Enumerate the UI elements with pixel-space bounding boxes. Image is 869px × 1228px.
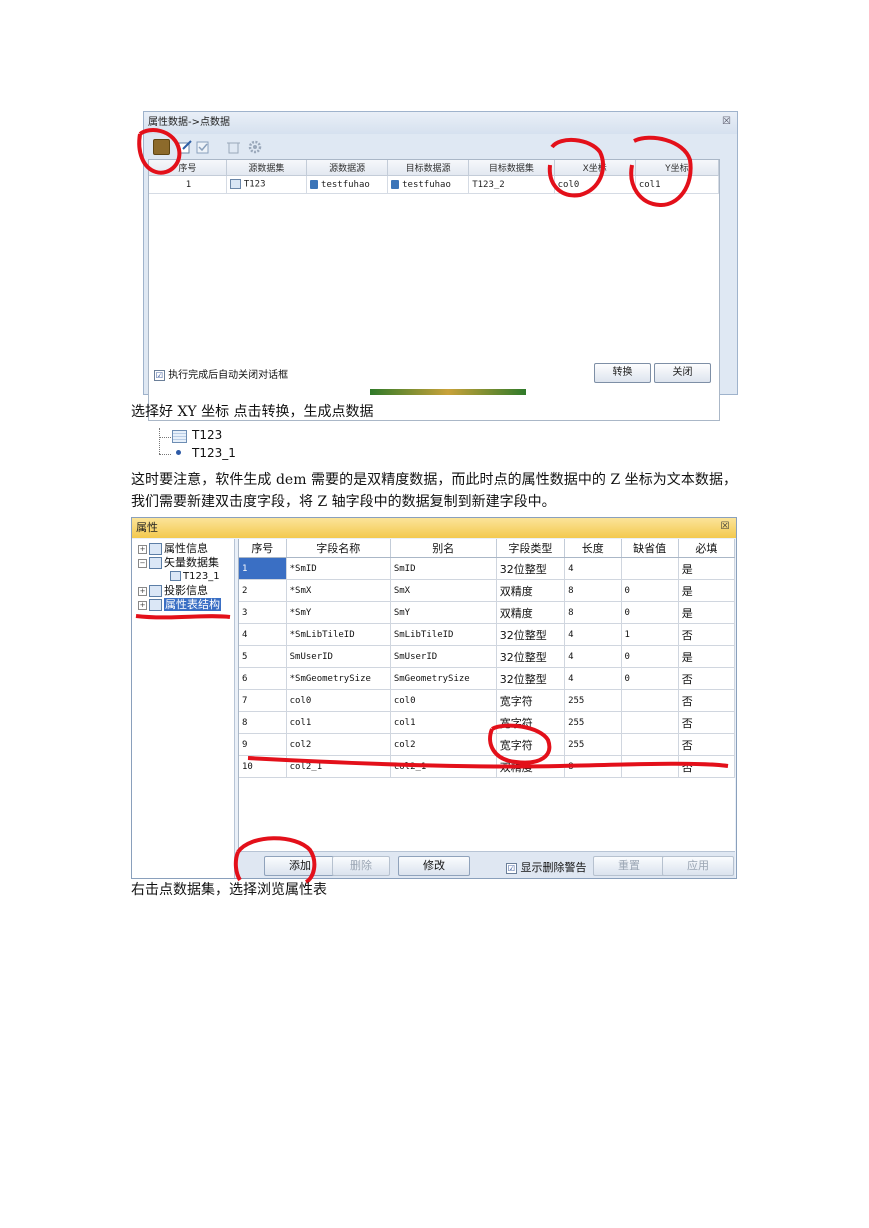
red-annotations-2 — [135, 614, 729, 884]
tree-connector — [159, 428, 160, 454]
instruction-text: 右击点数据集，选择浏览属性表 — [131, 882, 327, 898]
dataset-icon — [172, 430, 187, 443]
point-dataset-icon — [176, 450, 181, 455]
instruction-text: 选择好 XY 坐标 点击转换，生成点数据 — [131, 404, 374, 420]
tree-item-label[interactable]: T123 — [192, 428, 222, 442]
dataset-tree-snippet: T123 T123_1 — [155, 428, 275, 464]
tree-item-label[interactable]: T123_1 — [192, 446, 236, 460]
tree-connector — [159, 437, 171, 438]
tree-connector — [159, 454, 171, 455]
red-annotations-1 — [137, 128, 693, 207]
